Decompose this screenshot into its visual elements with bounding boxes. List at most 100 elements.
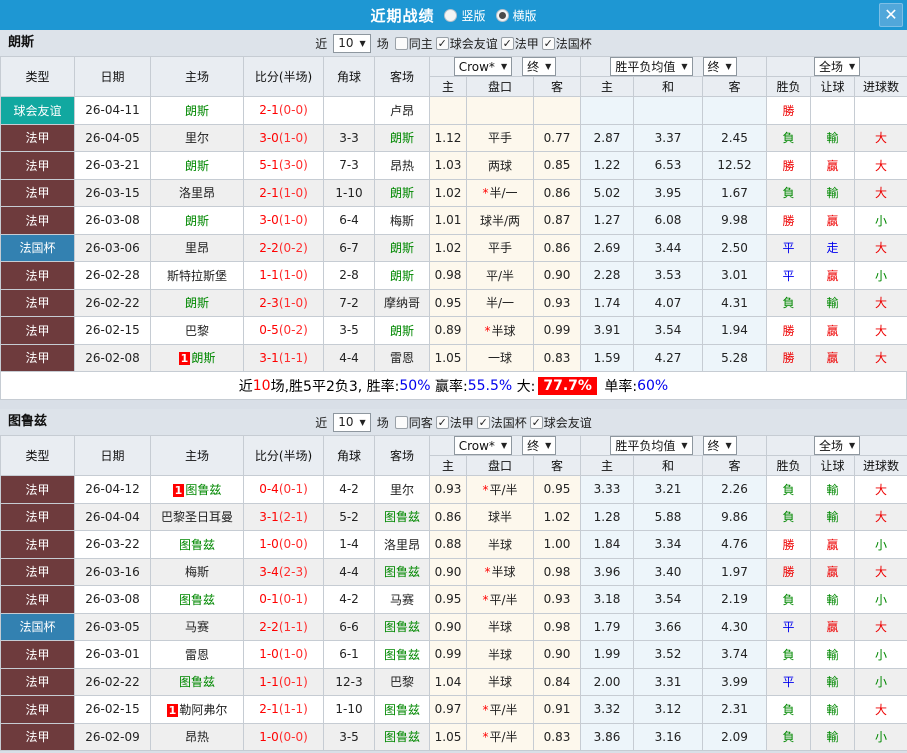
odds-provider-select[interactable]: Crow* ▼ — [453, 436, 513, 455]
avg-state-select[interactable]: 终 ▼ — [702, 57, 737, 76]
home-team-name: 朗斯 — [184, 158, 209, 173]
home-team-cell: 朗斯 — [150, 96, 244, 125]
scope-select[interactable]: 全场 ▼ — [813, 436, 861, 455]
result-goals: 大 — [854, 475, 907, 504]
checkbox-icon[interactable]: ✓ — [500, 36, 514, 50]
filter-option[interactable]: 同客 — [394, 414, 433, 431]
match-row: 法甲 26-04-05 里尔 3-0(1-0) 3-3 朗斯 1.12 平手 0.77 2.87 3… — [0, 123, 907, 152]
avg-state-select[interactable]: 终 ▼ — [702, 436, 737, 455]
checkbox-icon[interactable]: ✓ — [435, 36, 449, 50]
avg-away-odds: 3.74 — [701, 640, 768, 669]
handicap-away-odds: 0.98 — [533, 557, 581, 586]
avg-away-odds — [701, 96, 768, 125]
league-cell: 法甲 — [0, 151, 75, 180]
home-team-name: 勒阿弗尔 — [179, 702, 228, 717]
result-goals: 大 — [854, 612, 907, 641]
score-cell: 0-5(0-2) — [243, 316, 324, 345]
handicap-line: 半/一 — [466, 288, 534, 317]
score-cell: 2-1(0-0) — [243, 96, 324, 125]
result-outcome: 負 — [766, 178, 812, 207]
result-outcome: 勝 — [766, 96, 812, 125]
filter-option[interactable]: ✓ 法国杯 — [476, 414, 527, 431]
away-team-cell: 昂热 — [374, 151, 430, 180]
rank-badge: 1 — [166, 703, 179, 717]
radio-icon[interactable] — [444, 8, 458, 22]
home-team-name: 雷恩 — [184, 647, 209, 662]
layout-radio-option[interactable]: 横版 — [495, 7, 537, 24]
avg-select[interactable]: 胜平负均值 ▼ — [610, 436, 693, 455]
date-cell: 26-04-05 — [74, 123, 151, 152]
filter-option[interactable]: ✓ 球会友谊 — [435, 35, 498, 52]
handicap-away-odds: 0.77 — [533, 123, 581, 152]
corner-cell: 1-4 — [323, 530, 375, 559]
away-team-cell: 图鲁兹 — [374, 640, 430, 669]
fulltime-score: 2-1 — [259, 185, 279, 200]
summary-part: 77.7% — [538, 376, 597, 395]
avg-draw-odds: 6.53 — [633, 151, 703, 180]
col-header-date: 日期 — [74, 56, 151, 97]
checkbox-icon[interactable]: ✓ — [476, 415, 490, 429]
result-handicap: 輸 — [810, 640, 856, 669]
filter-option[interactable]: ✓ 法国杯 — [541, 35, 592, 52]
halftime-score: (1-0) — [278, 185, 308, 200]
avg-draw-odds: 3.53 — [633, 261, 703, 290]
home-team-name: 图鲁兹 — [178, 537, 215, 552]
sub-header: 和 — [633, 455, 703, 476]
league-cell: 法甲 — [0, 261, 75, 290]
league-cell: 法甲 — [0, 343, 75, 372]
checkbox-icon[interactable]: ✓ — [541, 36, 555, 50]
summary-part: 单率: — [599, 378, 638, 395]
section-away-team: 图鲁兹 近 10 ▼ 场 同客 ✓ 法甲 ✓ 法国杯 ✓ 球会友谊 类型 日期 主场 比分(… — [0, 409, 907, 751]
result-outcome: 平 — [766, 233, 812, 262]
close-button[interactable]: ✕ — [879, 3, 903, 27]
away-team-cell: 雷恩 — [374, 343, 430, 372]
match-count-select[interactable]: 10 ▼ — [333, 412, 371, 432]
odds-provider-select[interactable]: Crow* ▼ — [453, 57, 513, 76]
league-cell: 法甲 — [0, 502, 75, 531]
match-row: 法甲 26-02-28 斯特拉斯堡 1-1(1-0) 2-8 朗斯 0.98 平/半 0.90 2… — [0, 261, 907, 290]
avg-home-odds: 3.96 — [580, 557, 634, 586]
scope-select[interactable]: 全场 ▼ — [813, 57, 861, 76]
home-team-name: 图鲁兹 — [185, 482, 222, 497]
date-cell: 26-04-11 — [74, 96, 151, 125]
filter-suffix-label: 场 — [376, 36, 389, 51]
checkbox-icon[interactable] — [394, 415, 408, 429]
filter-option[interactable]: ✓ 球会友谊 — [529, 414, 592, 431]
checkbox-icon[interactable]: ✓ — [529, 415, 543, 429]
checkbox-icon[interactable]: ✓ — [435, 415, 449, 429]
home-team-cell: 雷恩 — [150, 640, 244, 669]
filter-row: 朗斯 近 10 ▼ 场 同主 ✓ 球会友谊 ✓ 法甲 ✓ 法国杯 — [0, 30, 907, 56]
odds-state-select[interactable]: 终 ▼ — [522, 57, 557, 76]
radio-icon[interactable] — [495, 8, 509, 22]
layout-radio-option[interactable]: 竖版 — [444, 7, 486, 24]
checkbox-icon[interactable] — [394, 36, 408, 50]
home-team-cell: 斯特拉斯堡 — [150, 261, 244, 290]
home-team-cell: 1 图鲁兹 — [150, 475, 244, 504]
home-team-name: 朗斯 — [191, 351, 216, 366]
home-team-name: 里尔 — [184, 131, 209, 146]
section-home-team: 朗斯 近 10 ▼ 场 同主 ✓ 球会友谊 ✓ 法甲 ✓ 法国杯 类型 日期 主场 比分(半… — [0, 30, 907, 400]
league-cell: 法甲 — [0, 667, 75, 696]
date-cell: 26-02-15 — [74, 695, 151, 724]
filter-option[interactable]: 同主 — [394, 35, 433, 52]
filter-row: 图鲁兹 近 10 ▼ 场 同客 ✓ 法甲 ✓ 法国杯 ✓ 球会友谊 — [0, 409, 907, 435]
odds-state-select[interactable]: 终 ▼ — [522, 436, 557, 455]
avg-select[interactable]: 胜平负均值 ▼ — [610, 57, 693, 76]
star-mark: * — [482, 702, 489, 717]
match-count-select[interactable]: 10 ▼ — [333, 33, 371, 53]
score-cell: 5-1(3-0) — [243, 151, 324, 180]
league-cell: 法甲 — [0, 722, 75, 751]
handicap-away-odds: 0.85 — [533, 151, 581, 180]
halftime-score: (0-0) — [278, 537, 308, 552]
home-team-name: 里昂 — [184, 241, 209, 256]
home-team-cell: 巴黎 — [150, 316, 244, 345]
league-cell: 球会友谊 — [0, 96, 75, 125]
league-cell: 法甲 — [0, 475, 75, 504]
date-cell: 26-02-09 — [74, 722, 151, 751]
filter-group: 近 10 ▼ 场 同客 ✓ 法甲 ✓ 法国杯 ✓ 球会友谊 — [315, 412, 592, 432]
filter-option[interactable]: ✓ 法甲 — [435, 414, 474, 431]
filter-checkboxes: 同客 ✓ 法甲 ✓ 法国杯 ✓ 球会友谊 — [392, 414, 592, 431]
filter-option[interactable]: ✓ 法甲 — [500, 35, 539, 52]
away-team-name: 图鲁兹 — [383, 620, 420, 635]
home-team-name: 图鲁兹 — [178, 675, 215, 690]
